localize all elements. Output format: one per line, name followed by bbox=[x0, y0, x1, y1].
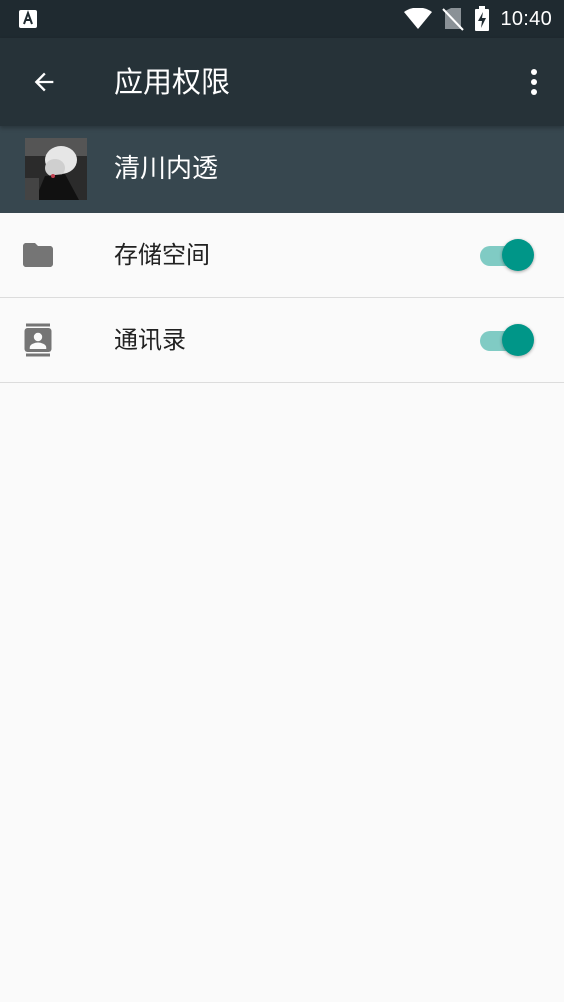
app-name: 清川内透 bbox=[114, 154, 219, 184]
a-notification-icon bbox=[19, 10, 37, 28]
status-bar: 10:40 bbox=[0, 0, 564, 38]
app-bar: 应用权限 bbox=[0, 38, 564, 126]
app-avatar-image bbox=[25, 138, 87, 200]
app-icon bbox=[25, 138, 87, 200]
permission-label: 存储空间 bbox=[114, 241, 210, 269]
contacts-icon bbox=[24, 323, 52, 357]
more-vert-icon bbox=[531, 69, 537, 95]
battery-charging-icon bbox=[475, 6, 490, 31]
toggle-thumb bbox=[502, 324, 534, 356]
toggle-thumb bbox=[502, 239, 534, 271]
overflow-menu-button[interactable] bbox=[518, 58, 550, 106]
status-time: 10:40 bbox=[500, 7, 552, 30]
permission-row-contacts[interactable]: 通讯录 bbox=[0, 298, 564, 383]
back-button[interactable] bbox=[20, 58, 68, 106]
permission-label: 通讯录 bbox=[114, 326, 186, 354]
contacts-permission-toggle[interactable] bbox=[480, 323, 534, 357]
no-sim-icon bbox=[442, 8, 465, 31]
status-icons: 10:40 bbox=[404, 5, 552, 33]
permission-row-storage[interactable]: 存储空间 bbox=[0, 213, 564, 298]
permission-list: 存储空间 通讯录 bbox=[0, 213, 564, 383]
page-title: 应用权限 bbox=[114, 65, 231, 99]
folder-icon bbox=[23, 243, 53, 267]
storage-permission-toggle[interactable] bbox=[480, 238, 534, 272]
arrow-back-icon bbox=[34, 72, 54, 92]
app-header: 清川内透 bbox=[0, 126, 564, 213]
wifi-icon bbox=[404, 8, 433, 29]
